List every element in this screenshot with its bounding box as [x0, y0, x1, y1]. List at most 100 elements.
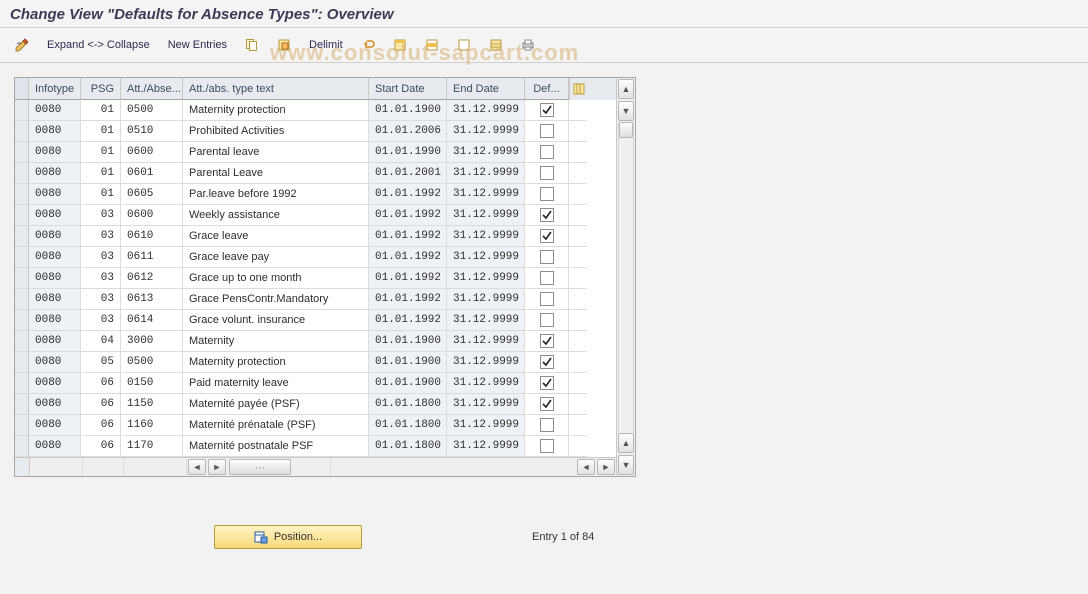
- cell-psg[interactable]: 01: [81, 121, 121, 142]
- cell-abs[interactable]: 0600: [121, 205, 183, 226]
- table-row[interactable]: 0080060150Paid maternity leave01.01.1900…: [15, 373, 616, 394]
- cell-abs[interactable]: 1160: [121, 415, 183, 436]
- cell-abs[interactable]: 0500: [121, 100, 183, 121]
- deselect-all-button[interactable]: [450, 34, 478, 56]
- row-selector[interactable]: [15, 436, 29, 457]
- table-row[interactable]: 0080061170Maternité postnatale PSF01.01.…: [15, 436, 616, 457]
- table-row[interactable]: 0080043000Maternity01.01.190031.12.9999: [15, 331, 616, 352]
- table-row[interactable]: 0080010605Par.leave before 199201.01.199…: [15, 184, 616, 205]
- table-row[interactable]: 0080030611Grace leave pay01.01.199231.12…: [15, 247, 616, 268]
- row-selector[interactable]: [15, 394, 29, 415]
- hscroll-left-button[interactable]: ◄: [188, 459, 206, 475]
- cell-def[interactable]: [525, 352, 569, 373]
- hscroll-right-button[interactable]: ►: [208, 459, 226, 475]
- cell-abs[interactable]: 1150: [121, 394, 183, 415]
- vscroll-down-button[interactable]: ▼: [618, 101, 634, 121]
- col-text[interactable]: Att./abs. type text: [183, 78, 369, 100]
- hscroll-thumb[interactable]: ⋯: [229, 459, 291, 475]
- cell-def[interactable]: [525, 394, 569, 415]
- cell-psg[interactable]: 01: [81, 142, 121, 163]
- cell-abs[interactable]: 0614: [121, 310, 183, 331]
- cell-psg[interactable]: 01: [81, 163, 121, 184]
- default-checkbox[interactable]: [540, 250, 554, 264]
- row-selector[interactable]: [15, 247, 29, 268]
- cell-text[interactable]: Maternity protection: [183, 352, 369, 373]
- col-abs[interactable]: Att./Abse...: [121, 78, 183, 100]
- cell-psg[interactable]: 06: [81, 373, 121, 394]
- cell-def[interactable]: [525, 310, 569, 331]
- cell-psg[interactable]: 06: [81, 415, 121, 436]
- vscroll-track[interactable]: [618, 122, 634, 432]
- cell-text[interactable]: Maternity: [183, 331, 369, 352]
- table-row[interactable]: 0080061150Maternité payée (PSF)01.01.180…: [15, 394, 616, 415]
- cell-def[interactable]: [525, 205, 569, 226]
- default-checkbox[interactable]: [540, 439, 554, 453]
- table-row[interactable]: 0080010600Parental leave01.01.199031.12.…: [15, 142, 616, 163]
- cell-def[interactable]: [525, 121, 569, 142]
- cell-text[interactable]: Paid maternity leave: [183, 373, 369, 394]
- cell-text[interactable]: Parental leave: [183, 142, 369, 163]
- cell-abs[interactable]: 0500: [121, 352, 183, 373]
- cell-psg[interactable]: 05: [81, 352, 121, 373]
- cell-psg[interactable]: 06: [81, 436, 121, 457]
- row-selector[interactable]: [15, 121, 29, 142]
- table-row[interactable]: 0080030613Grace PensContr.Mandatory01.01…: [15, 289, 616, 310]
- col-row-selector[interactable]: [15, 78, 29, 100]
- default-checkbox[interactable]: [540, 271, 554, 285]
- cell-text[interactable]: Maternity protection: [183, 100, 369, 121]
- table-row[interactable]: 0080010500Maternity protection01.01.1900…: [15, 100, 616, 121]
- cell-text[interactable]: Grace leave: [183, 226, 369, 247]
- cell-def[interactable]: [525, 163, 569, 184]
- copy-as-button[interactable]: [238, 34, 266, 56]
- cell-text[interactable]: Prohibited Activities: [183, 121, 369, 142]
- row-selector[interactable]: [15, 184, 29, 205]
- default-checkbox[interactable]: [540, 124, 554, 138]
- cell-text[interactable]: Grace volunt. insurance: [183, 310, 369, 331]
- cell-text[interactable]: Parental Leave: [183, 163, 369, 184]
- default-checkbox[interactable]: [540, 418, 554, 432]
- default-checkbox[interactable]: [540, 103, 554, 117]
- vertical-scrollbar[interactable]: ▲ ▼ ▲ ▼: [616, 78, 635, 476]
- row-selector[interactable]: [15, 352, 29, 373]
- vscroll-up-button[interactable]: ▲: [618, 79, 634, 99]
- row-selector[interactable]: [15, 142, 29, 163]
- default-checkbox[interactable]: [540, 355, 554, 369]
- cell-psg[interactable]: 06: [81, 394, 121, 415]
- row-selector[interactable]: [15, 331, 29, 352]
- col-infotype[interactable]: Infotype: [29, 78, 81, 100]
- cell-def[interactable]: [525, 331, 569, 352]
- table-settings-button[interactable]: [482, 34, 510, 56]
- cell-psg[interactable]: 03: [81, 268, 121, 289]
- cell-psg[interactable]: 03: [81, 247, 121, 268]
- new-entries-button[interactable]: New Entries: [161, 34, 234, 56]
- vscroll-down2-button[interactable]: ▼: [618, 455, 634, 475]
- default-checkbox[interactable]: [540, 292, 554, 306]
- cell-text[interactable]: Weekly assistance: [183, 205, 369, 226]
- cell-abs[interactable]: 1170: [121, 436, 183, 457]
- cell-abs[interactable]: 0601: [121, 163, 183, 184]
- table-row[interactable]: 0080030612Grace up to one month01.01.199…: [15, 268, 616, 289]
- select-block-button[interactable]: [418, 34, 446, 56]
- cell-text[interactable]: Maternité payée (PSF): [183, 394, 369, 415]
- row-selector[interactable]: [15, 205, 29, 226]
- cell-text[interactable]: Maternité postnatale PSF: [183, 436, 369, 457]
- table-row[interactable]: 0080030614Grace volunt. insurance01.01.1…: [15, 310, 616, 331]
- row-selector[interactable]: [15, 310, 29, 331]
- cell-abs[interactable]: 0510: [121, 121, 183, 142]
- table-row[interactable]: 0080030610Grace leave01.01.199231.12.999…: [15, 226, 616, 247]
- cell-text[interactable]: Maternité prénatale (PSF): [183, 415, 369, 436]
- cell-psg[interactable]: 03: [81, 205, 121, 226]
- table-row[interactable]: 0080030600Weekly assistance01.01.199231.…: [15, 205, 616, 226]
- row-selector[interactable]: [15, 226, 29, 247]
- table-row[interactable]: 0080050500Maternity protection01.01.1900…: [15, 352, 616, 373]
- cell-psg[interactable]: 01: [81, 100, 121, 121]
- table-row[interactable]: 0080061160Maternité prénatale (PSF)01.01…: [15, 415, 616, 436]
- col-psg[interactable]: PSG: [81, 78, 121, 100]
- cell-text[interactable]: Par.leave before 1992: [183, 184, 369, 205]
- cell-abs[interactable]: 0610: [121, 226, 183, 247]
- cell-def[interactable]: [525, 142, 569, 163]
- cell-abs[interactable]: 0612: [121, 268, 183, 289]
- configure-columns-button[interactable]: [569, 78, 588, 100]
- cell-psg[interactable]: 03: [81, 226, 121, 247]
- delimit-button[interactable]: Delimit: [302, 34, 350, 56]
